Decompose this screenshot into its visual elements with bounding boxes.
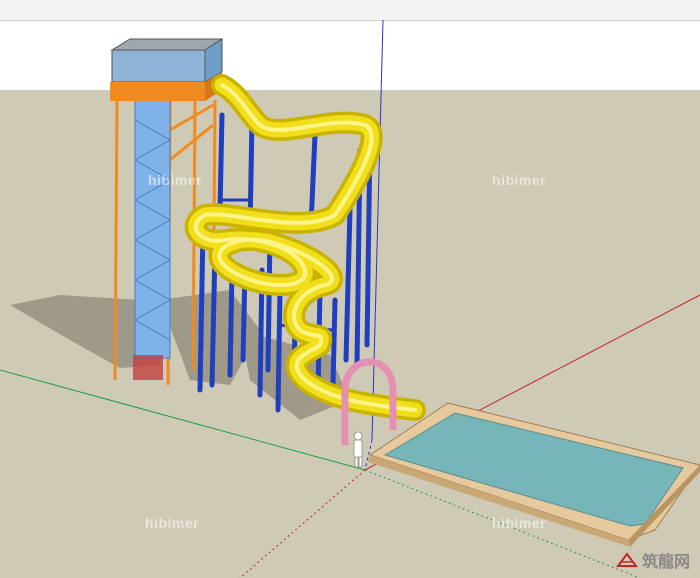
sky [0,21,700,91]
site-logo: 筑龍网 [615,548,690,572]
human-figure [353,431,363,468]
viewport[interactable]: hibimer hibimer hibimer hibimer 筑龍网 [0,0,700,578]
watermark: hibimer [492,515,547,531]
stair-column [134,99,171,359]
watermark: hibimer [148,172,203,188]
3d-model-scene[interactable] [0,0,700,578]
watermark: hibimer [492,172,547,188]
logo-mark-icon [615,552,638,567]
logo-text: 筑龍网 [641,552,690,571]
watermark: hibimer [145,515,200,531]
stair-base [133,355,163,380]
